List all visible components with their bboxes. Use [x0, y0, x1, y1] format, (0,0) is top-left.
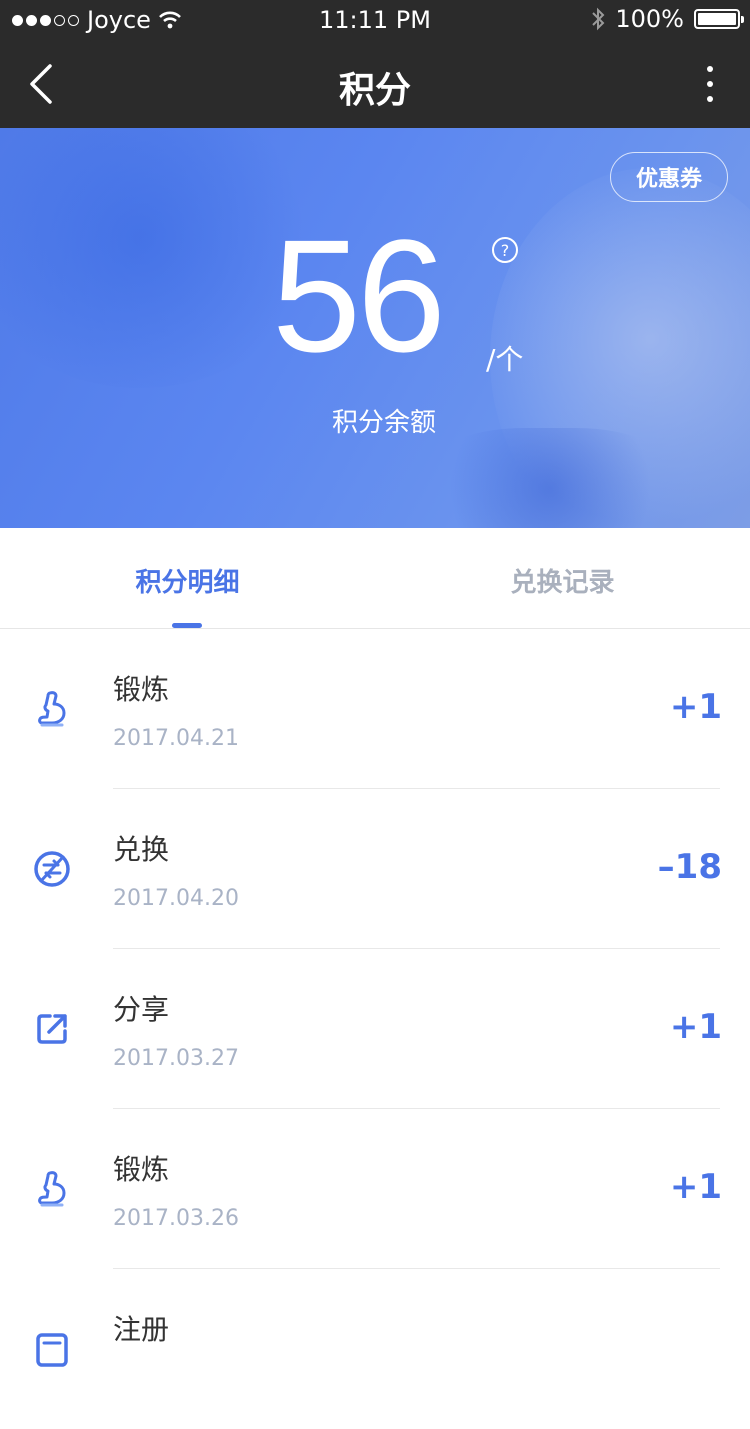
status-bar: Joyce 11:11 PM 100% [0, 0, 750, 40]
list-item[interactable]: 兑换 2017.04.20 –18 [0, 789, 750, 949]
exchange-icon [34, 851, 70, 887]
points-unit: /个 [486, 343, 524, 376]
page-title: 积分 [338, 70, 411, 111]
status-right: 100% [591, 5, 744, 33]
wifi-icon [159, 11, 181, 29]
nav-bar: 积分 [0, 40, 750, 128]
list-item[interactable]: 注册 [0, 1269, 750, 1429]
status-left: Joyce [12, 6, 181, 34]
record-name: 锻炼 [113, 673, 170, 706]
list-item[interactable]: 锻炼 2017.03.26 +1 [0, 1109, 750, 1269]
points-balance-value: 56 [272, 206, 446, 385]
svg-text:?: ? [501, 241, 510, 260]
tab-bar: 积分明细 兑换记录 [0, 528, 750, 629]
hero-background-shade [420, 428, 680, 528]
record-amount: +1 [669, 1167, 722, 1207]
battery-percent: 100% [615, 5, 684, 33]
more-button[interactable] [690, 60, 730, 108]
points-balance-label: 积分余额 [331, 408, 436, 438]
record-amount: –18 [657, 847, 722, 887]
tab-exchange-history[interactable]: 兑换记录 [375, 562, 750, 599]
points-hero: 优惠券 56 ? /个 积分余额 [0, 128, 750, 528]
more-dot [707, 81, 713, 87]
battery-icon [694, 9, 744, 29]
record-date: 2017.04.20 [113, 886, 239, 911]
signal-strength-icon [12, 14, 79, 26]
record-date: 2017.03.26 [113, 1206, 239, 1231]
more-dot [707, 66, 713, 72]
record-date: 2017.03.27 [113, 1046, 239, 1071]
list-item[interactable]: 分享 2017.03.27 +1 [0, 949, 750, 1109]
flexed-arm-icon [38, 1171, 66, 1207]
flexed-arm-icon [38, 691, 66, 727]
record-amount: +1 [669, 1007, 722, 1047]
more-dot [707, 96, 713, 102]
record-date: 2017.04.21 [113, 726, 239, 751]
record-name: 锻炼 [113, 1153, 170, 1186]
carrier-name: Joyce [87, 6, 151, 34]
record-amount: +1 [669, 687, 722, 727]
record-name: 注册 [113, 1313, 170, 1346]
share-icon [37, 1014, 67, 1044]
tab-points-detail[interactable]: 积分明细 [0, 562, 375, 599]
points-record-list: 锻炼 2017.04.21 +1 兑换 2017.04.20 –18 分享 20… [0, 629, 750, 1429]
list-item[interactable]: 锻炼 2017.04.21 +1 [0, 629, 750, 789]
tab-active-indicator [172, 623, 202, 628]
record-name: 兑换 [113, 833, 170, 866]
bluetooth-icon [592, 7, 605, 31]
coupon-button[interactable]: 优惠券 [610, 152, 728, 202]
help-icon[interactable]: ? [491, 236, 519, 264]
record-name: 分享 [113, 993, 170, 1026]
